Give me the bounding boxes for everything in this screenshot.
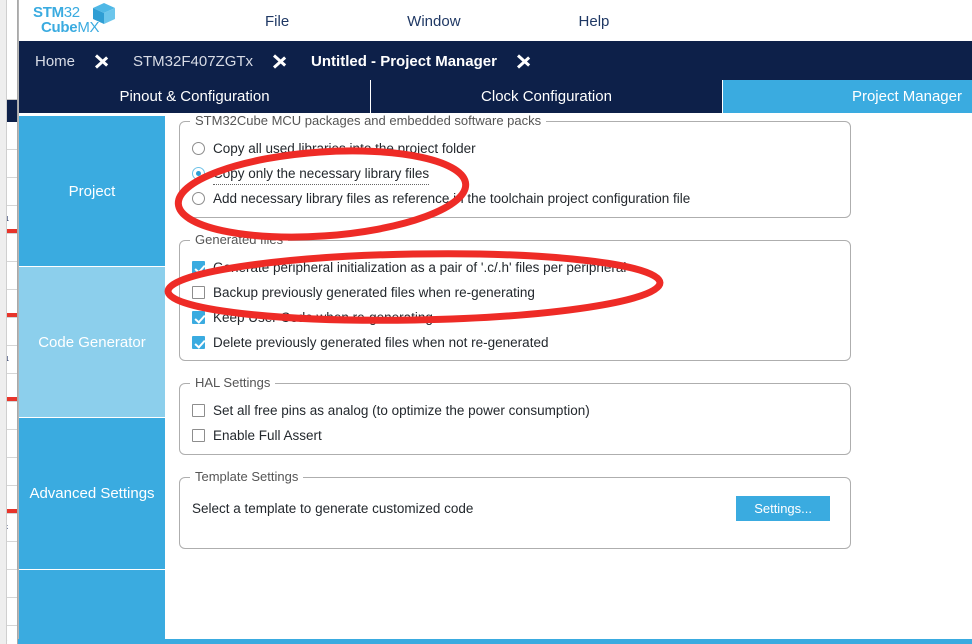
checkbox-label-set-free-pins-analog: Set all free pins as analog (to optimize… [213, 402, 590, 418]
sidebar-item-code-generator[interactable]: Code Generator [19, 267, 165, 418]
radio-row-add-as-reference[interactable]: Add necessary library files as reference… [192, 186, 838, 211]
checkbox-label-keep-user-code: Keep User Code when re-generating [213, 309, 433, 325]
checkbox-delete-previously-generated[interactable] [192, 336, 205, 349]
checkbox-row-delete-previously-generated[interactable]: Delete previously generated files when n… [192, 330, 838, 355]
checkbox-row-set-free-pins-analog[interactable]: Set all free pins as analog (to optimize… [192, 398, 838, 423]
sidebar: Project Code Generator Advanced Settings [19, 113, 165, 644]
checkbox-generate-peripheral-init[interactable] [192, 261, 205, 274]
group-template-settings: Template Settings Select a template to g… [179, 469, 851, 549]
group-mcu-packages: STM32Cube MCU packages and embedded soft… [179, 113, 851, 218]
sidebar-item-project[interactable]: Project [19, 116, 165, 267]
radio-label-copy-only-necessary: Copy only the necessary library files [213, 165, 430, 185]
checkbox-keep-user-code[interactable] [192, 311, 205, 324]
menu-item-window[interactable]: Window [401, 10, 466, 33]
group-generated-files-body: Generate peripheral initialization as a … [180, 241, 850, 367]
chevron-right-icon [513, 42, 539, 80]
background-window[interactable]: T1ioT1ckm].IZ [0, 0, 18, 644]
template-settings-row: Select a template to generate customized… [192, 492, 838, 521]
breadcrumb-item-project[interactable]: Untitled - Project Manager [295, 53, 513, 70]
body-area: Project Code Generator Advanced Settings… [19, 113, 972, 644]
group-hal-settings: HAL Settings Set all free pins as analog… [179, 375, 851, 455]
checkbox-set-free-pins-analog[interactable] [192, 404, 205, 417]
logo-cube-text: Cube [41, 19, 78, 36]
stm32cubemx-window: T1ioT1ckm].IZ STM32 CubeMX File Window H… [0, 0, 972, 644]
group-template-settings-title: Template Settings [190, 469, 304, 484]
sidebar-item-advanced-settings[interactable]: Advanced Settings [19, 418, 165, 570]
radio-row-copy-only-necessary[interactable]: Copy only the necessary library files [192, 161, 838, 186]
main-window: STM32 CubeMX File Window Help Home STM32… [18, 0, 972, 644]
background-window-scrollbar[interactable] [0, 0, 7, 644]
checkbox-backup-previously-generated[interactable] [192, 286, 205, 299]
chevron-right-icon [269, 42, 295, 80]
tab-pinout-configuration[interactable]: Pinout & Configuration [19, 80, 371, 113]
cube-icon [93, 3, 115, 24]
app-header: STM32 CubeMX File Window Help [19, 0, 972, 42]
radio-add-as-reference[interactable] [192, 192, 205, 205]
tab-clock-configuration[interactable]: Clock Configuration [371, 80, 723, 113]
menu-item-file[interactable]: File [259, 10, 295, 33]
checkbox-row-keep-user-code[interactable]: Keep User Code when re-generating [192, 305, 838, 330]
checkbox-label-delete-previously-generated: Delete previously generated files when n… [213, 334, 549, 350]
tab-bar: Pinout & Configuration Clock Configurati… [19, 80, 972, 113]
checkbox-row-generate-peripheral-init[interactable]: Generate peripheral initialization as a … [192, 255, 838, 280]
checkbox-label-enable-full-assert: Enable Full Assert [213, 427, 322, 443]
menu-item-help[interactable]: Help [573, 10, 616, 33]
group-hal-settings-title: HAL Settings [190, 375, 276, 390]
template-settings-button[interactable]: Settings... [736, 496, 830, 521]
group-mcu-packages-title: STM32Cube MCU packages and embedded soft… [190, 113, 547, 128]
group-mcu-packages-body: Copy all used libraries into the project… [180, 122, 850, 223]
checkbox-row-enable-full-assert[interactable]: Enable Full Assert [192, 423, 838, 448]
chevron-right-icon [91, 42, 117, 80]
radio-copy-all-libraries[interactable] [192, 142, 205, 155]
radio-label-add-as-reference: Add necessary library files as reference… [213, 190, 691, 206]
group-generated-files: Generated files Generate peripheral init… [179, 232, 851, 361]
radio-copy-only-necessary[interactable] [192, 167, 205, 180]
radio-row-copy-all-libraries[interactable]: Copy all used libraries into the project… [192, 136, 838, 161]
radio-label-copy-all-libraries: Copy all used libraries into the project… [213, 140, 476, 156]
logo-line-1: STM32 [33, 5, 80, 20]
breadcrumb-item-home[interactable]: Home [19, 53, 91, 70]
stm32cubemx-logo: STM32 CubeMX [27, 2, 137, 40]
breadcrumb: Home STM32F407ZGTx Untitled - Project Ma… [19, 42, 972, 80]
breadcrumb-item-mcu[interactable]: STM32F407ZGTx [117, 53, 269, 70]
group-template-settings-body: Select a template to generate customized… [180, 478, 850, 533]
tab-project-manager[interactable]: Project Manager [723, 80, 972, 113]
checkbox-label-generate-peripheral-init: Generate peripheral initialization as a … [213, 259, 627, 275]
checkbox-row-backup-previously-generated[interactable]: Backup previously generated files when r… [192, 280, 838, 305]
checkbox-enable-full-assert[interactable] [192, 429, 205, 442]
sidebar-item-empty[interactable] [19, 570, 165, 644]
template-settings-description: Select a template to generate customized… [192, 501, 474, 516]
bottom-accent-strip [18, 639, 972, 644]
group-generated-files-title: Generated files [190, 232, 289, 247]
group-hal-settings-body: Set all free pins as analog (to optimize… [180, 384, 850, 460]
checkbox-label-backup-previously-generated: Backup previously generated files when r… [213, 284, 535, 300]
menu-bar: File Window Help [259, 0, 615, 42]
settings-content: STM32Cube MCU packages and embedded soft… [165, 113, 972, 644]
